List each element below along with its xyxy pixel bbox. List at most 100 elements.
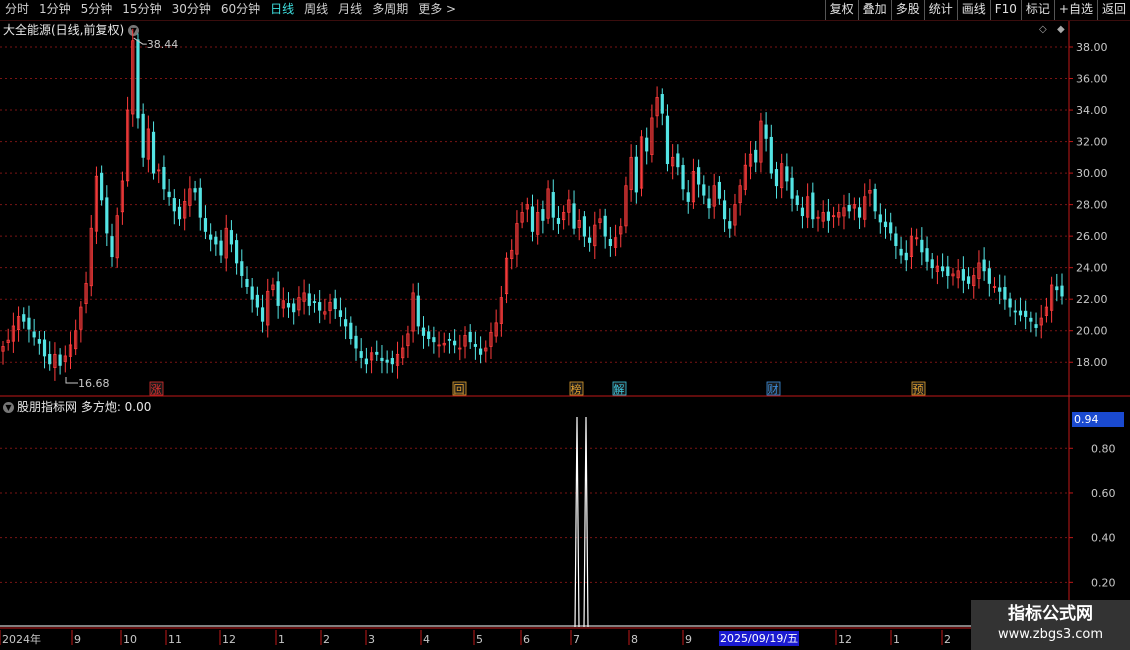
candle-body	[530, 206, 535, 232]
candle-body	[795, 195, 799, 206]
event-marker-5: 预	[913, 383, 924, 396]
candle-body	[572, 203, 576, 229]
candle-body	[1029, 317, 1033, 322]
candle-body	[941, 266, 945, 272]
candle-body	[582, 216, 587, 237]
indicator-tick-label: 0.80	[1091, 442, 1116, 455]
candle-body	[364, 358, 368, 365]
candle-body	[764, 124, 768, 139]
candle-body	[292, 303, 296, 313]
candle-body	[167, 191, 171, 198]
candle-body	[276, 281, 280, 306]
candle-body	[250, 286, 254, 300]
price-tick-label: 32.00	[1076, 136, 1108, 149]
price-chart[interactable]: 38.00 36.00 34.00 32.00 30.00 28.00 26.00 24.00…	[0, 0, 1130, 650]
candle-body	[769, 136, 773, 174]
candle-body	[800, 207, 805, 217]
candle-body	[702, 184, 706, 196]
price-tick-label: 28.00	[1076, 199, 1108, 212]
candle-body	[930, 259, 934, 269]
candle-body	[312, 301, 317, 303]
price-tick-label: 36.00	[1076, 73, 1108, 86]
candle-body	[961, 269, 965, 281]
candle-body	[873, 188, 877, 212]
indicator-tick-label: 0.40	[1091, 532, 1116, 545]
candle-body	[707, 198, 711, 209]
candle-body	[151, 131, 156, 174]
candle-body	[920, 239, 924, 253]
date-label-7: 3	[368, 633, 375, 646]
candle-body	[338, 310, 343, 317]
candle-body	[889, 222, 893, 234]
price-tick-label: 26.00	[1076, 230, 1108, 243]
candle-body	[697, 167, 701, 185]
candle-body	[899, 248, 903, 256]
event-marker-1: 回	[454, 383, 465, 396]
candle-body	[359, 351, 363, 358]
candle-body	[318, 302, 322, 311]
candle-body	[344, 319, 348, 327]
candle-body	[136, 39, 140, 119]
candle-body	[878, 214, 882, 223]
candle-body	[219, 240, 223, 256]
candle-body	[1034, 324, 1038, 328]
candle-body	[676, 153, 680, 168]
candle-body	[390, 358, 394, 365]
candle-body	[681, 165, 685, 190]
candle-body	[722, 200, 727, 220]
watermark-title: 指标公式网	[1008, 604, 1093, 624]
candle-body	[416, 295, 420, 327]
candle-body	[982, 259, 986, 272]
event-marker-0: 涨	[151, 383, 162, 396]
candle-body	[105, 197, 109, 234]
candle-body	[811, 192, 815, 220]
candle-body	[198, 187, 202, 218]
candle-body	[349, 322, 353, 339]
candle-body	[27, 317, 31, 330]
high-pointer	[133, 37, 147, 45]
watermark: 指标公式网 www.zbgs3.com	[971, 600, 1130, 650]
candle-body	[172, 198, 176, 212]
candle-body	[608, 239, 612, 247]
candle-body	[203, 218, 208, 232]
candle-body	[660, 94, 664, 114]
event-marker-3: 解	[614, 382, 625, 396]
date-label-0: 2024年	[2, 632, 41, 646]
candle-body	[453, 340, 457, 346]
candle-body	[847, 205, 851, 212]
price-tick-label: 22.00	[1076, 293, 1108, 306]
date-label-3: 11	[168, 633, 182, 646]
candle-body	[987, 268, 991, 284]
candle-body	[551, 192, 555, 218]
candle-body	[1055, 286, 1059, 291]
date-label-1: 9	[74, 633, 81, 646]
candle-body	[229, 230, 234, 245]
date-label-15: 12	[838, 633, 852, 646]
candle-body	[790, 177, 794, 199]
candle-body	[22, 314, 26, 322]
candle-body	[375, 351, 379, 355]
candle-body	[1008, 298, 1012, 308]
candle-body	[634, 156, 638, 193]
date-label-8: 4	[423, 633, 430, 646]
candle-body	[427, 331, 431, 339]
date-label-12: 8	[631, 633, 638, 646]
candle-body	[1024, 310, 1028, 317]
candle-body	[48, 353, 52, 365]
candle-body	[354, 335, 358, 349]
date-label-6: 2	[323, 633, 330, 646]
candle-body	[432, 337, 436, 343]
date-label-4: 12	[222, 633, 236, 646]
candle-body	[1013, 310, 1017, 313]
date-label-5: 1	[278, 633, 285, 646]
candle-body	[141, 113, 145, 158]
indicator-tick-label: 0.60	[1091, 487, 1116, 500]
candle-body	[826, 211, 830, 221]
candle-body	[588, 237, 592, 243]
price-tick-label: 20.00	[1076, 325, 1108, 338]
candle-body	[240, 261, 244, 276]
candle-body	[307, 293, 311, 306]
candle-body	[42, 339, 47, 357]
candle-body	[447, 339, 452, 341]
candle-body	[260, 307, 265, 322]
